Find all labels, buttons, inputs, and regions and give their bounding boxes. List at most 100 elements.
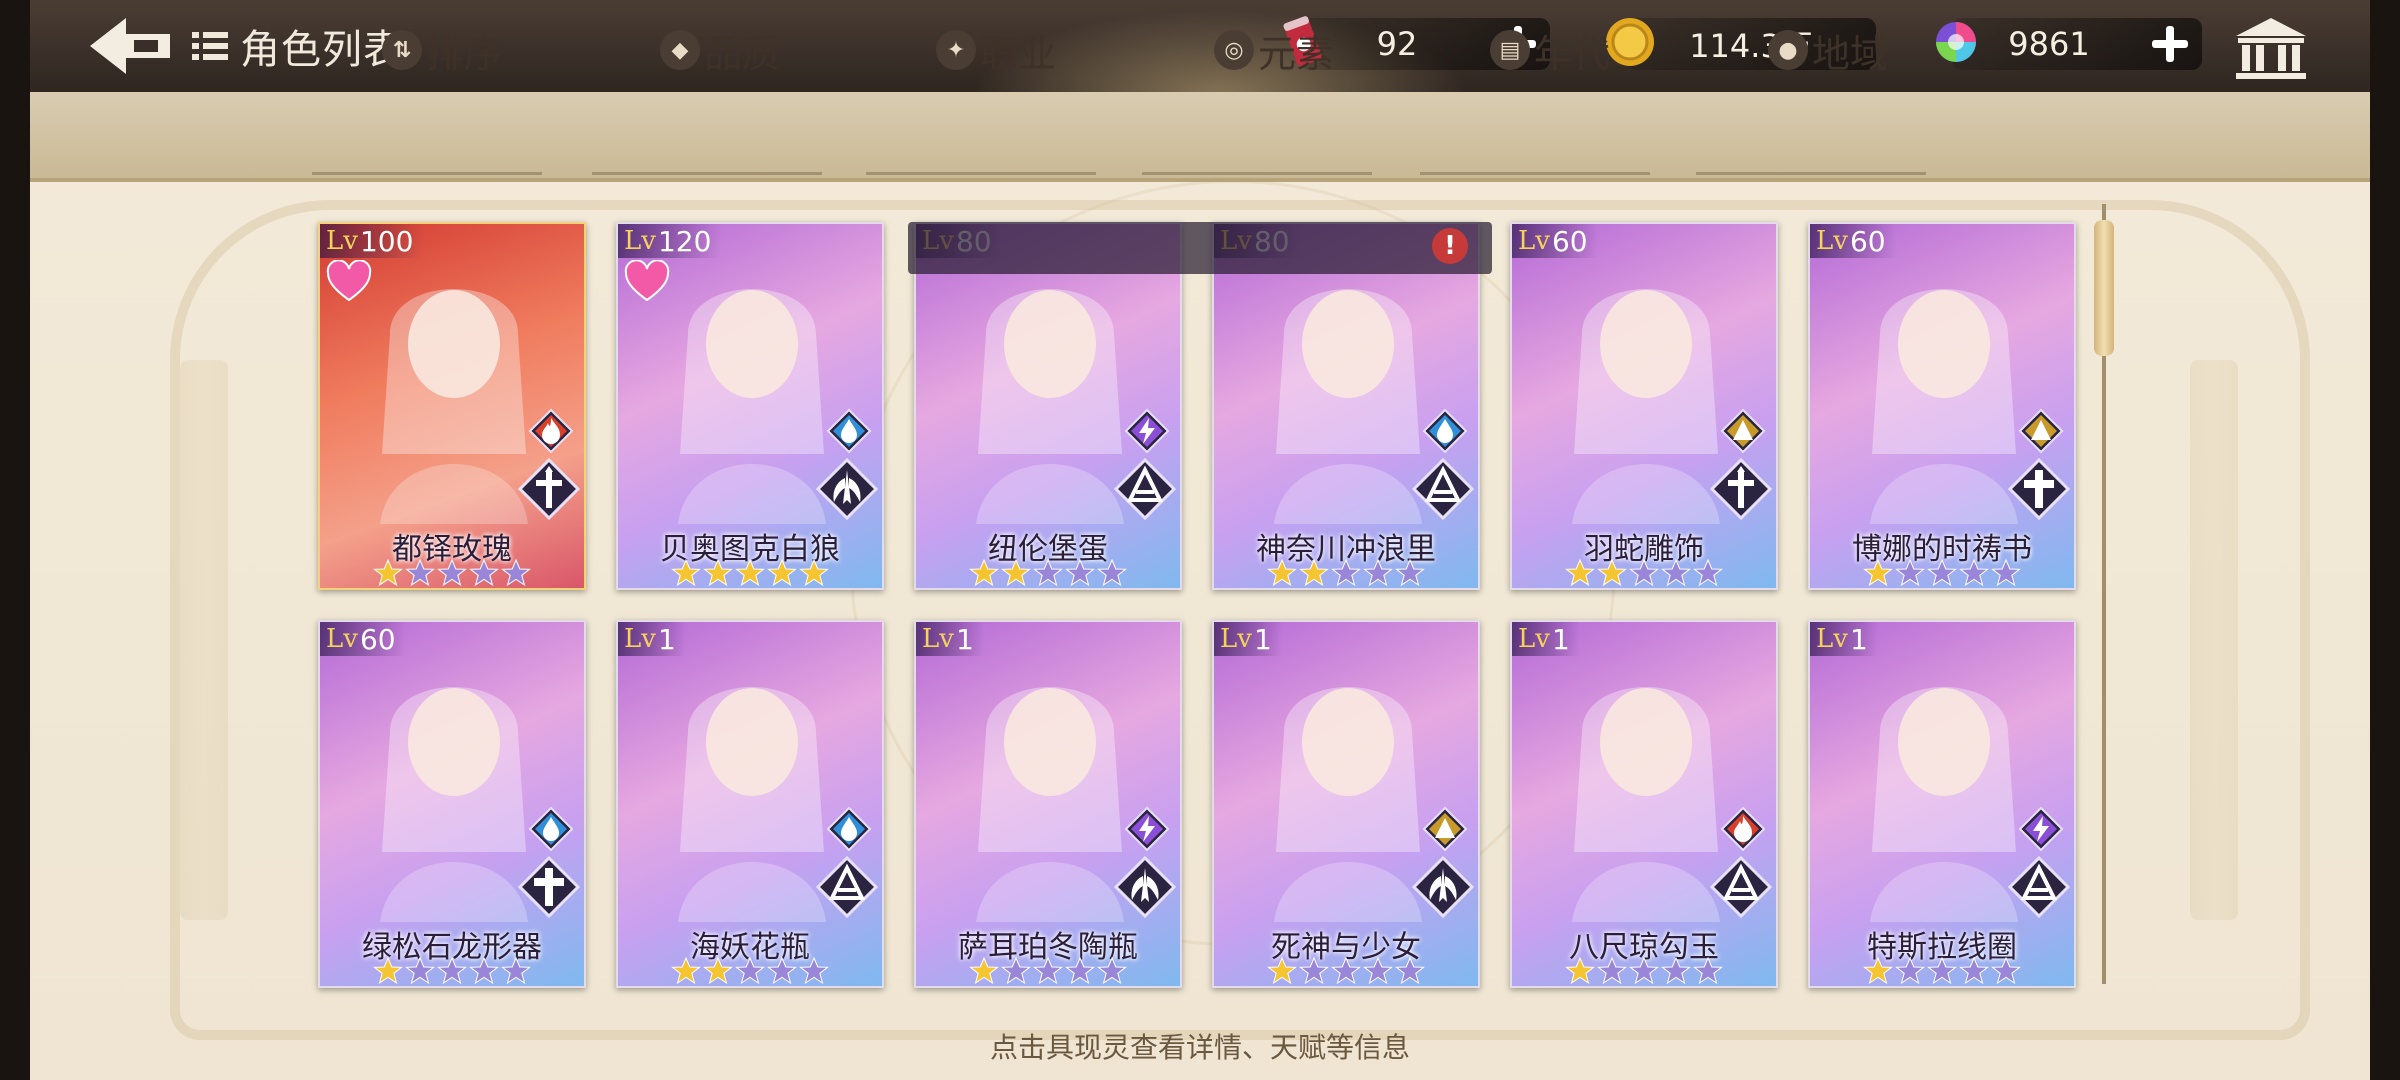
star-empty-icon	[1959, 558, 1989, 588]
star-rating	[916, 956, 1180, 986]
filter-sort[interactable]: ⇅ 排序	[382, 24, 502, 76]
filter-region[interactable]: ● 地域	[1768, 24, 1888, 76]
star-empty-icon	[1927, 558, 1957, 588]
star-empty-icon	[405, 956, 435, 986]
filter-era[interactable]: ▤ 年代	[1490, 24, 1610, 76]
star-filled-icon	[799, 558, 829, 588]
scrollbar[interactable]	[2092, 184, 2116, 1004]
character-card[interactable]: Lv 60 博娜的时祷书	[1808, 222, 2076, 590]
level-badge: Lv 1	[1512, 622, 1580, 656]
character-card[interactable]: Lv 120 贝奥图克白狼	[616, 222, 884, 590]
star-rating	[916, 558, 1180, 588]
character-card[interactable]: Lv 1 特斯拉线圈	[1808, 620, 2076, 988]
page-title: 角色列表	[190, 18, 404, 74]
character-card[interactable]: Lv 1 萨耳珀冬陶瓶	[914, 620, 1182, 988]
filter-divider	[1142, 172, 1372, 175]
character-card[interactable]: Lv 1 八尺琼勾玉	[1510, 620, 1778, 988]
star-empty-icon	[1395, 558, 1425, 588]
star-filled-icon	[1267, 956, 1297, 986]
character-name: 海妖花瓶	[690, 930, 810, 965]
water-element-icon	[1422, 408, 1468, 454]
thunder-element-icon	[1124, 806, 1170, 852]
character-card[interactable]: Lv80纽伦堡蛋	[914, 222, 1182, 590]
star-empty-icon	[1395, 956, 1425, 986]
star-empty-icon	[1363, 558, 1393, 588]
water-element-icon	[528, 806, 574, 852]
scroll-thumb[interactable]	[2094, 220, 2114, 356]
level-value: 60	[359, 622, 396, 656]
earth-element-icon	[1422, 806, 1468, 852]
rainbow-gem-icon	[1936, 22, 1976, 62]
resource-gem: 9861	[1936, 18, 2202, 70]
notice-banner	[908, 222, 1492, 274]
level-badge: Lv 60	[1512, 224, 1598, 258]
star-empty-icon	[735, 956, 765, 986]
character-card[interactable]: Lv 1 死神与少女	[1212, 620, 1480, 988]
star-filled-icon	[703, 558, 733, 588]
star-empty-icon	[1597, 956, 1627, 986]
level-prefix: Lv	[326, 226, 358, 256]
class-icon: ✦	[936, 30, 976, 70]
character-card[interactable]: Lv 100 都铎玫瑰	[318, 222, 586, 590]
filter-quality[interactable]: ◆ 品质	[660, 24, 780, 76]
bank-icon[interactable]	[2232, 14, 2310, 82]
star-filled-icon	[703, 956, 733, 986]
character-card[interactable]: Lv 1 海妖花瓶	[616, 620, 884, 988]
fire-element-icon	[1720, 806, 1766, 852]
character-card[interactable]: Lv80神奈川冲浪里	[1212, 222, 1480, 590]
filter-element[interactable]: ◎ 元素	[1214, 24, 1334, 76]
star-filled-icon	[1267, 558, 1297, 588]
filter-class[interactable]: ✦ 职业	[936, 24, 1056, 76]
level-prefix: Lv	[1220, 624, 1252, 654]
level-badge: Lv 1	[1214, 622, 1282, 656]
wing-class-icon	[815, 457, 879, 521]
fire-element-icon	[528, 408, 574, 454]
level-prefix: Lv	[1816, 226, 1848, 256]
character-card[interactable]: Lv 60 羽蛇雕饰	[1510, 222, 1778, 590]
cross-sword-class-icon	[517, 457, 581, 521]
character-name: 绿松石龙形器	[362, 930, 542, 965]
filter-class-label: 职业	[980, 31, 1057, 76]
book-class-icon	[2007, 855, 2071, 919]
list-icon	[192, 32, 228, 60]
star-filled-icon	[767, 558, 797, 588]
back-arrow-icon	[90, 18, 170, 74]
star-empty-icon	[1033, 558, 1063, 588]
add-gem-button[interactable]	[2146, 20, 2194, 68]
decorative-column-left	[180, 360, 228, 920]
region-icon: ●	[1768, 30, 1808, 70]
element-icon: ◎	[1214, 30, 1254, 70]
star-filled-icon	[373, 956, 403, 986]
water-element-icon	[826, 806, 872, 852]
heart-icon	[624, 259, 670, 304]
star-empty-icon	[1991, 956, 2021, 986]
thunder-element-icon	[1124, 408, 1170, 454]
alert-icon[interactable]: !	[1432, 228, 1468, 264]
level-prefix: Lv	[624, 226, 656, 256]
back-button[interactable]	[84, 10, 176, 82]
cross-class-icon	[517, 855, 581, 919]
earth-element-icon	[1720, 408, 1766, 454]
wing-class-icon	[1411, 855, 1475, 919]
era-icon: ▤	[1490, 30, 1530, 70]
thunder-element-icon	[2018, 806, 2064, 852]
level-prefix: Lv	[624, 624, 656, 654]
star-filled-icon	[969, 558, 999, 588]
water-element-icon	[826, 408, 872, 454]
filter-sort-label: 排序	[426, 31, 503, 76]
star-filled-icon	[1001, 558, 1031, 588]
character-card[interactable]: Lv 60 绿松石龙形器	[318, 620, 586, 988]
cross-sword-class-icon	[1709, 457, 1773, 521]
heart-icon	[326, 259, 372, 304]
star-empty-icon	[469, 558, 499, 588]
star-filled-icon	[969, 956, 999, 986]
book-class-icon	[1709, 855, 1773, 919]
wing-class-icon	[1113, 855, 1177, 919]
level-badge: Lv 60	[1810, 224, 1896, 258]
star-empty-icon	[1661, 558, 1691, 588]
filter-era-label: 年代	[1534, 31, 1611, 76]
filter-quality-label: 品质	[704, 31, 781, 76]
character-name: 死神与少女	[1271, 930, 1421, 965]
level-value: 1	[657, 622, 676, 656]
level-prefix: Lv	[1518, 226, 1550, 256]
